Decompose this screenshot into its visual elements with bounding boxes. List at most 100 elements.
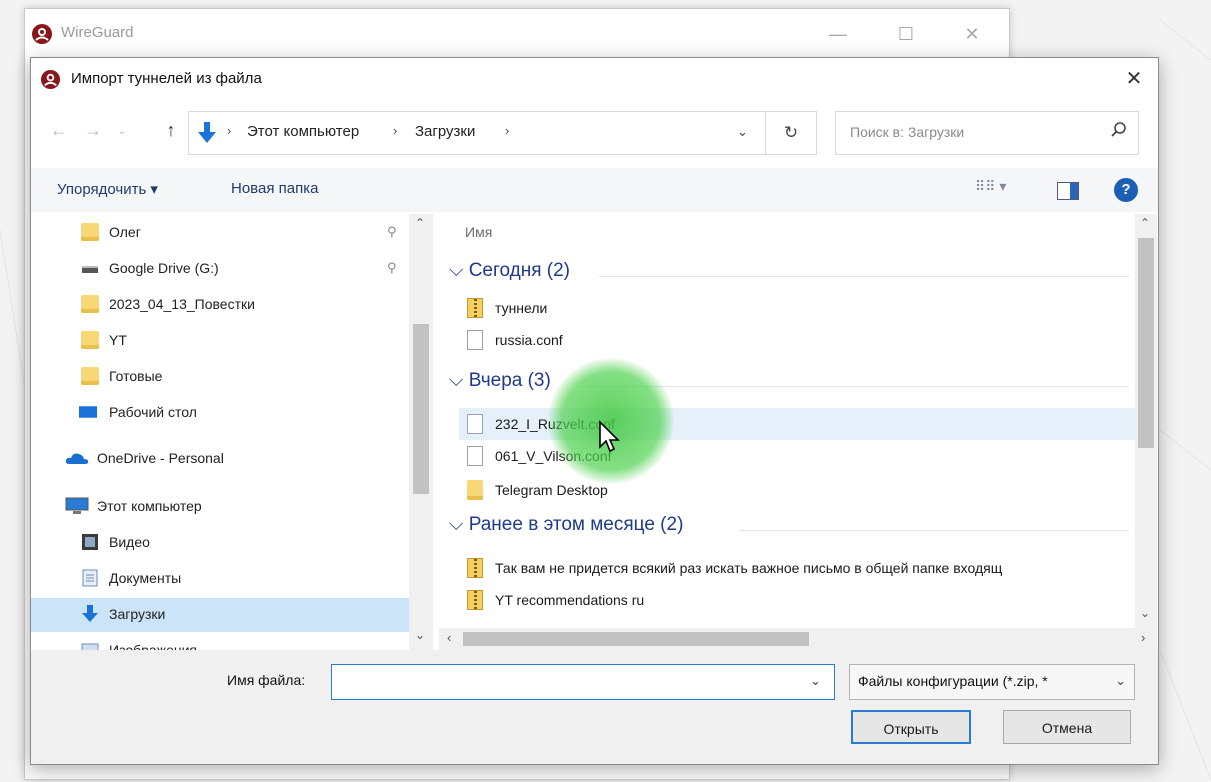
computer-icon <box>65 497 89 514</box>
file-type-filter-value: Файлы конфигурации (*.zip, * <box>858 673 1048 689</box>
folder-icon <box>81 331 99 349</box>
breadcrumb-separator[interactable]: › <box>393 123 397 138</box>
nav-item-downloads[interactable]: Загрузки <box>31 598 411 632</box>
nav-item-label: Олег <box>109 224 141 240</box>
chevron-down-icon: ⌵ <box>449 514 464 535</box>
group-heading-label: Вчера (3) <box>468 370 551 391</box>
downloads-icon <box>198 122 216 143</box>
document-icon <box>467 330 483 350</box>
nav-item-label: 2023_04_13_Повестки <box>109 296 255 312</box>
pin-icon: ⚲ <box>387 224 397 239</box>
new-folder-button[interactable]: Новая папка <box>231 180 318 197</box>
chevron-down-icon: ⌵ <box>449 260 464 281</box>
folder-icon <box>81 223 99 241</box>
scroll-down-button[interactable]: ⌄ <box>415 628 425 642</box>
breadcrumb-separator[interactable]: › <box>505 123 509 138</box>
filename-label: Имя файла: <box>227 672 306 688</box>
address-dropdown-button[interactable]: ⌄ <box>737 124 748 140</box>
dialog-footer: Имя файла: ⌄ Файлы конфигурации (*.zip, … <box>31 650 1158 764</box>
zip-icon <box>467 590 483 610</box>
nav-item-2023-povestki[interactable]: 2023_04_13_Повестки <box>31 288 411 322</box>
breadcrumb-this-pc[interactable]: Этот компьютер <box>247 123 359 140</box>
filename-dropdown-button[interactable]: ⌄ <box>810 673 821 689</box>
nav-item-video[interactable]: Видео <box>31 526 411 560</box>
file-row-tunnels[interactable]: туннели <box>459 292 1135 324</box>
nav-item-onedrive[interactable]: OneDrive - Personal <box>31 442 411 476</box>
close-button[interactable]: ✕ <box>949 19 995 49</box>
nav-item-oleg[interactable]: Олег ⚲ <box>31 216 411 250</box>
help-icon[interactable]: ? <box>1114 178 1138 202</box>
group-heading-yesterday[interactable]: ⌵ Вчера (3) <box>449 370 551 392</box>
minimize-button[interactable]: — <box>815 19 861 49</box>
folder-icon <box>467 480 483 500</box>
zip-icon <box>467 558 483 578</box>
nav-item-label: Готовые <box>109 368 163 384</box>
search-input[interactable]: Поиск в: Загрузки <box>835 111 1139 155</box>
search-icon <box>1111 122 1126 137</box>
organize-menu[interactable]: Упорядочить ▾ <box>57 180 158 198</box>
scrollbar-thumb[interactable] <box>463 632 809 646</box>
recent-locations-button[interactable]: ⌄ <box>115 126 129 137</box>
nav-item-gotovye[interactable]: Готовые <box>31 360 411 394</box>
scroll-right-button[interactable]: › <box>1141 630 1145 645</box>
nav-item-desktop[interactable]: Рабочий стол <box>31 396 411 430</box>
scroll-up-button[interactable]: ⌃ <box>415 216 425 230</box>
nav-item-label: Документы <box>109 570 182 586</box>
filename-input[interactable]: ⌄ <box>331 664 835 700</box>
file-list-horizontal-scrollbar[interactable]: ‹ › <box>439 628 1157 650</box>
file-list-vertical-scrollbar[interactable]: ⌃ ⌄ <box>1135 214 1157 628</box>
address-bar[interactable]: › Этот компьютер › Загрузки › ⌄ <box>188 111 766 155</box>
chevron-down-icon: ⌵ <box>449 370 464 391</box>
file-row-important-mail[interactable]: Так вам не придется всякий раз искать ва… <box>459 552 1135 584</box>
document-icon <box>467 414 483 434</box>
column-header-name[interactable]: Имя <box>465 224 492 240</box>
forward-button[interactable]: → <box>81 120 105 141</box>
nav-item-pictures[interactable]: Изображения <box>31 634 411 650</box>
file-row-yt-recommendations[interactable]: YT recommendations ru <box>459 584 1135 616</box>
nav-item-label: Рабочий стол <box>109 404 197 420</box>
nav-item-label: Этот компьютер <box>97 498 202 514</box>
cancel-button[interactable]: Отмена <box>1003 710 1131 744</box>
scroll-down-button[interactable]: ⌄ <box>1140 606 1150 620</box>
chevron-down-icon: ⌄ <box>1115 673 1126 688</box>
nav-item-label: Google Drive (G:) <box>109 260 219 276</box>
group-heading-today[interactable]: ⌵ Сегодня (2) <box>449 260 570 282</box>
open-button[interactable]: Открыть <box>851 710 971 744</box>
scroll-left-button[interactable]: ‹ <box>447 630 451 645</box>
breadcrumb-downloads[interactable]: Загрузки <box>415 123 475 140</box>
file-name: туннели <box>495 300 548 316</box>
back-button[interactable]: ← <box>47 120 71 141</box>
dialog-close-button[interactable]: ✕ <box>1116 63 1152 95</box>
nav-item-yt[interactable]: YT <box>31 324 411 358</box>
nav-item-google-drive[interactable]: Google Drive (G:) ⚲ <box>31 252 411 286</box>
up-button[interactable]: ↑ <box>159 120 183 141</box>
file-name: Telegram Desktop <box>495 482 608 498</box>
video-icon <box>82 534 98 550</box>
refresh-button[interactable]: ↻ <box>765 111 817 155</box>
group-heading-earlier-this-month[interactable]: ⌵ Ранее в этом месяце (2) <box>449 514 683 536</box>
file-row-russia-conf[interactable]: russia.conf <box>459 324 1135 356</box>
wireguard-logo-icon <box>32 24 52 44</box>
document-icon <box>467 446 483 466</box>
view-options-icon[interactable]: ⠿⠿ ▾ <box>975 178 1006 195</box>
nav-item-label: Загрузки <box>109 606 166 622</box>
scrollbar-thumb[interactable] <box>1138 238 1154 448</box>
group-divider <box>599 276 1129 277</box>
scroll-up-button[interactable]: ⌃ <box>1140 216 1150 230</box>
file-type-filter[interactable]: Файлы конфигурации (*.zip, * ⌄ <box>849 664 1135 700</box>
documents-icon <box>82 569 98 587</box>
wireguard-titlebar: WireGuard — ☐ ✕ <box>25 9 1009 59</box>
group-divider <box>739 530 1129 531</box>
command-toolbar: Упорядочить ▾ Новая папка ⠿⠿ ▾ ? <box>31 168 1158 212</box>
preview-pane-icon[interactable] <box>1057 182 1079 200</box>
nav-item-label: YT <box>109 332 127 348</box>
mouse-cursor-icon <box>599 420 620 453</box>
maximize-button[interactable]: ☐ <box>883 19 929 49</box>
nav-item-documents[interactable]: Документы <box>31 562 411 596</box>
nav-item-this-pc[interactable]: Этот компьютер <box>31 490 411 524</box>
zip-icon <box>467 298 483 318</box>
file-row-telegram-desktop[interactable]: Telegram Desktop <box>459 474 1135 506</box>
scrollbar-thumb[interactable] <box>413 324 429 494</box>
navigation-scrollbar[interactable]: ⌃ ⌄ <box>409 214 433 650</box>
file-list: Имя ⌵ Сегодня (2) туннели russia.conf ⌵ … <box>439 214 1139 628</box>
